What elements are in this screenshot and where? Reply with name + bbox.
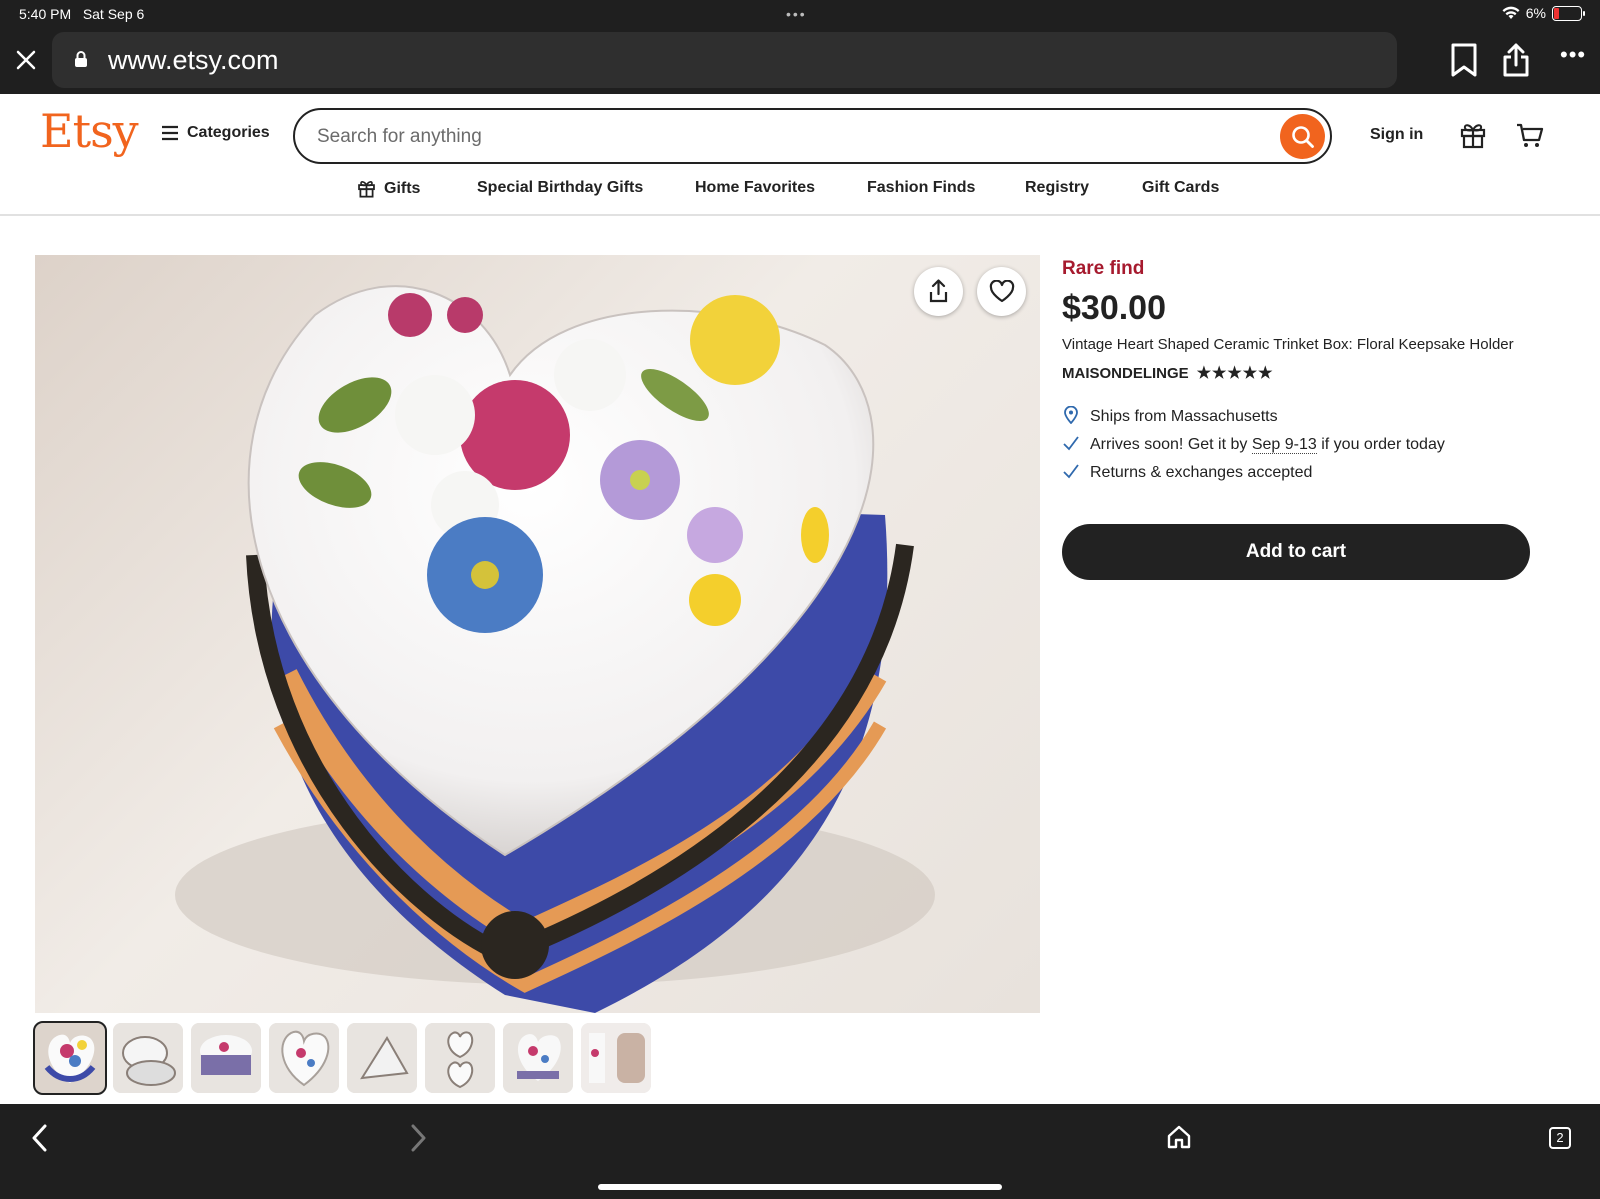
search-button[interactable] xyxy=(1280,114,1325,159)
status-bar: 5:40 PM Sat Sep 6 ••• 6% xyxy=(0,0,1600,28)
nav-fashion-finds[interactable]: Fashion Finds xyxy=(867,179,975,197)
returns-text: Returns & exchanges accepted xyxy=(1090,464,1313,481)
location-pin-icon xyxy=(1062,405,1080,429)
nav-gifts[interactable]: Gifts xyxy=(357,179,420,198)
nav-home-favorites[interactable]: Home Favorites xyxy=(695,179,815,197)
thumbnail-2[interactable] xyxy=(113,1023,183,1093)
nav-gift-cards[interactable]: Gift Cards xyxy=(1142,179,1219,197)
thumbnail-8[interactable] xyxy=(581,1023,651,1093)
status-time-date: 5:40 PM Sat Sep 6 xyxy=(19,6,145,22)
search-icon xyxy=(1292,126,1314,148)
favorite-button[interactable] xyxy=(977,267,1026,316)
sign-in-link[interactable]: Sign in xyxy=(1370,126,1423,144)
browser-toolbar: www.etsy.com ••• xyxy=(0,28,1600,94)
thumbnail-strip xyxy=(33,1021,651,1095)
add-to-cart-button[interactable]: Add to cart xyxy=(1062,524,1530,580)
share-button[interactable] xyxy=(914,267,963,316)
categories-label: Categories xyxy=(187,124,270,141)
site-header: Etsy Categories Search for anything Sign… xyxy=(0,94,1600,216)
arrival-dates-link[interactable]: Sep 9-13 xyxy=(1251,436,1317,454)
url-text[interactable]: www.etsy.com xyxy=(108,45,279,76)
nav-registry[interactable]: Registry xyxy=(1025,179,1089,197)
nav-label: Gifts xyxy=(384,179,421,197)
heart-icon xyxy=(989,280,1015,303)
thumbnail-6[interactable] xyxy=(425,1023,495,1093)
bookmark-icon[interactable] xyxy=(1450,43,1478,77)
cart-icon[interactable] xyxy=(1516,123,1544,149)
battery-icon xyxy=(1552,5,1585,21)
arrival-row: Arrives soon! Get it by Sep 9-13 if you … xyxy=(1062,431,1542,459)
gift-icon[interactable] xyxy=(1460,121,1486,149)
product-info: Rare find $30.00 Vintage Heart Shaped Ce… xyxy=(1062,258,1542,487)
shop-name[interactable]: MAISONDELINGE xyxy=(1062,365,1189,382)
lock-icon xyxy=(75,51,87,67)
tabs-button[interactable]: 2 xyxy=(1549,1127,1571,1149)
shop-row: MAISONDELINGE ★★★★★ xyxy=(1062,363,1542,383)
search-input[interactable]: Search for anything xyxy=(317,126,482,148)
thumbnail-4[interactable] xyxy=(269,1023,339,1093)
thumbnail-5[interactable] xyxy=(347,1023,417,1093)
back-icon[interactable] xyxy=(30,1123,50,1153)
multitask-dots-icon[interactable]: ••• xyxy=(786,6,807,22)
gift-icon xyxy=(358,181,375,198)
tab-count: 2 xyxy=(1556,1130,1564,1145)
ships-from-row: Ships from Massachusetts xyxy=(1062,403,1542,431)
thumbnail-3[interactable] xyxy=(191,1023,261,1093)
share-icon[interactable] xyxy=(1502,42,1530,78)
nav-special-birthday-gifts[interactable]: Special Birthday Gifts xyxy=(477,179,643,197)
check-icon xyxy=(1062,435,1080,456)
etsy-logo[interactable]: Etsy xyxy=(40,104,139,158)
rare-find-badge: Rare find xyxy=(1062,258,1145,279)
wifi-icon xyxy=(1502,6,1520,20)
returns-row: Returns & exchanges accepted xyxy=(1062,459,1542,487)
search-bar[interactable]: Search for anything xyxy=(293,108,1332,164)
categories-button[interactable]: Categories xyxy=(161,124,270,142)
thumbnail-1[interactable] xyxy=(33,1021,107,1095)
more-icon[interactable]: ••• xyxy=(1560,42,1586,68)
shipping-info: Ships from Massachusetts Arrives soon! G… xyxy=(1062,403,1542,487)
battery-percent: 6% xyxy=(1525,5,1546,21)
product-price: $30.00 xyxy=(1062,289,1166,327)
close-icon[interactable] xyxy=(15,49,37,71)
forward-icon[interactable] xyxy=(408,1123,428,1153)
home-indicator[interactable] xyxy=(598,1184,1002,1190)
product-title: Vintage Heart Shaped Ceramic Trinket Box… xyxy=(1062,336,1514,353)
home-icon[interactable] xyxy=(1166,1124,1192,1150)
arrival-text: Arrives soon! Get it by Sep 9-13 if you … xyxy=(1090,436,1445,454)
status-right: 6% xyxy=(1502,5,1585,21)
thumbnail-7[interactable] xyxy=(503,1023,573,1093)
check-icon xyxy=(1062,463,1080,484)
product-main-image[interactable] xyxy=(35,255,1040,1013)
menu-icon xyxy=(162,125,178,141)
heart-trinket-box-illustration xyxy=(175,285,935,1013)
browser-bottom-toolbar: 2 xyxy=(0,1104,1600,1199)
ships-from-text: Ships from Massachusetts xyxy=(1090,408,1278,425)
share-icon xyxy=(929,279,948,303)
star-rating-icon[interactable]: ★★★★★ xyxy=(1197,363,1274,383)
